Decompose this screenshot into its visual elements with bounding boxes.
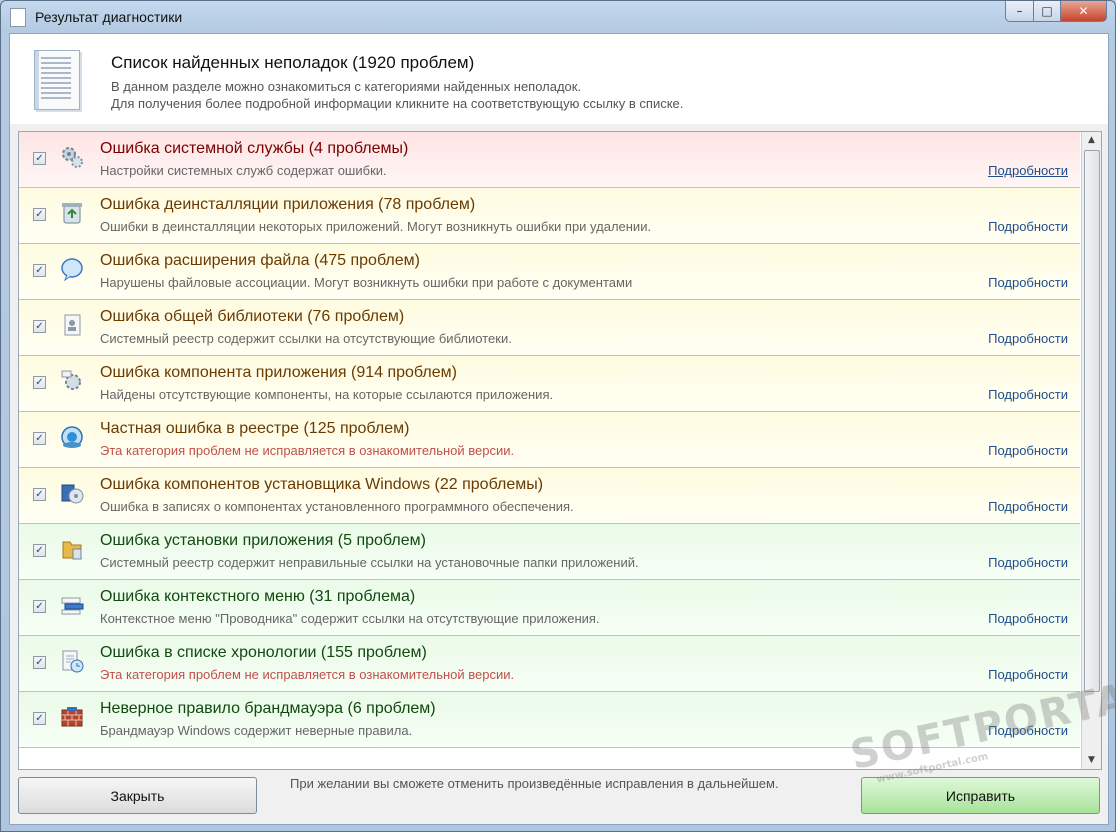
undo-note: При желании вы сможете отменить произвед… (290, 776, 779, 791)
item-title: Ошибка расширения файла (475 проблем) (100, 252, 420, 269)
registry-icon (61, 426, 83, 448)
details-link[interactable]: Подробности (988, 611, 1068, 626)
item-title: Ошибка установки приложения (5 проблем) (100, 532, 426, 549)
page-title: Список найденных неполадок (1920 проблем… (111, 53, 475, 72)
item-checkbox[interactable]: ✓ (33, 656, 46, 669)
details-link[interactable]: Подробности (988, 667, 1068, 682)
item-checkbox[interactable]: ✓ (33, 712, 46, 725)
recycle-bin-icon (62, 203, 82, 224)
list-item: ✓ Ошибка компонентов установщика Windows… (19, 468, 1080, 524)
details-link[interactable]: Подробности (988, 443, 1068, 458)
item-title: Ошибка общей библиотеки (76 проблем) (100, 308, 405, 325)
details-link[interactable]: Подробности (988, 219, 1068, 234)
item-description: Ошибка в записях о компонентах установле… (100, 499, 574, 514)
item-checkbox[interactable]: ✓ (33, 152, 46, 165)
window-controls: – □ ✕ (1005, 1, 1107, 22)
vertical-scrollbar[interactable]: ▲ ▼ (1081, 132, 1101, 769)
item-checkbox[interactable]: ✓ (33, 488, 46, 501)
history-clock-icon (62, 650, 84, 673)
client-area: Список найденных неполадок (1920 проблем… (9, 33, 1109, 825)
document-icon (34, 50, 80, 110)
item-description: Контекстное меню "Проводника" содержит с… (100, 611, 600, 626)
details-link[interactable]: Подробности (988, 387, 1068, 402)
close-window-button[interactable]: ✕ (1061, 1, 1107, 22)
maximize-button[interactable]: □ (1034, 1, 1061, 22)
details-link[interactable]: Подробности (988, 555, 1068, 570)
item-checkbox[interactable]: ✓ (33, 600, 46, 613)
item-description: Ошибки в деинсталляции некоторых приложе… (100, 219, 652, 234)
problems-list: ✓ Ошибка системной службы (4 проблемы) Н… (18, 131, 1102, 770)
item-description: Настройки системных служб содержат ошибк… (100, 163, 387, 178)
item-title: Ошибка в списке хронологии (155 проблем) (100, 644, 427, 661)
list-item: ✓ Ошибка контекстного меню (31 проблема)… (19, 580, 1080, 636)
item-description: Нарушены файловые ассоциации. Могут возн… (100, 275, 633, 290)
item-checkbox[interactable]: ✓ (33, 376, 46, 389)
diagnostics-window: Результат диагностики – □ ✕ Список найде… (0, 0, 1116, 832)
item-checkbox[interactable]: ✓ (33, 432, 46, 445)
list-item: ✓ Частная ошибка в реестре (125 проблем)… (19, 412, 1080, 468)
item-title: Ошибка компонента приложения (914 пробле… (100, 364, 457, 381)
app-icon (10, 8, 26, 27)
header-panel: Список найденных неполадок (1920 проблем… (10, 34, 1108, 124)
item-description: Найдены отсутствующие компоненты, на кот… (100, 387, 554, 402)
details-link[interactable]: Подробности (988, 163, 1068, 178)
item-title: Неверное правило брандмауэра (6 проблем) (100, 700, 436, 717)
scroll-up-arrow-icon[interactable]: ▲ (1082, 132, 1101, 149)
list-item: ✓ Ошибка в списке хронологии (155 пробле… (19, 636, 1080, 692)
item-checkbox[interactable]: ✓ (33, 208, 46, 221)
item-description: Брандмауэр Windows содержит неверные пра… (100, 723, 413, 738)
list-item: ✓ Ошибка общей библиотеки (76 проблем) С… (19, 300, 1080, 356)
details-link[interactable]: Подробности (988, 275, 1068, 290)
folder-install-icon (62, 541, 82, 560)
header-desc-line2: Для получения более подробной информации… (111, 96, 684, 111)
close-button[interactable]: Закрыть (18, 777, 257, 814)
fix-button[interactable]: Исправить (861, 777, 1100, 814)
item-title: Ошибка компонентов установщика Windows (… (100, 476, 544, 493)
window-title: Результат диагностики (35, 9, 183, 25)
item-title: Ошибка деинсталляции приложения (78 проб… (100, 196, 476, 213)
item-description: Системный реестр содержит неправильные с… (100, 555, 639, 570)
item-description: Эта категория проблем не исправляется в … (100, 667, 515, 682)
library-file-icon (64, 314, 81, 336)
component-gear-icon (61, 370, 81, 390)
scroll-thumb[interactable] (1084, 150, 1100, 692)
scroll-down-arrow-icon[interactable]: ▼ (1082, 752, 1101, 769)
item-checkbox[interactable]: ✓ (33, 544, 46, 557)
item-title: Частная ошибка в реестре (125 проблем) (100, 420, 410, 437)
details-link[interactable]: Подробности (988, 499, 1068, 514)
installer-cd-icon (61, 484, 84, 504)
item-description: Системный реестр содержит ссылки на отсу… (100, 331, 512, 346)
list-item: ✓ Ошибка расширения файла (475 проблем) … (19, 244, 1080, 300)
context-menu-icon (61, 597, 84, 615)
title-bar[interactable]: Результат диагностики – □ ✕ (1, 1, 1115, 33)
item-title: Ошибка контекстного меню (31 проблема) (100, 588, 416, 605)
list-item: ✓ Ошибка деинсталляции приложения (78 пр… (19, 188, 1080, 244)
item-checkbox[interactable]: ✓ (33, 320, 46, 333)
item-title: Ошибка системной службы (4 проблемы) (100, 140, 409, 157)
header-description: В данном разделе можно ознакомиться с ка… (111, 78, 683, 112)
minimize-button[interactable]: – (1005, 1, 1034, 22)
firewall-icon (61, 707, 83, 727)
item-description: Эта категория проблем не исправляется в … (100, 443, 515, 458)
list-item: ✓ Ошибка установки приложения (5 проблем… (19, 524, 1080, 580)
speech-bubble-icon (61, 258, 83, 282)
list-item: ✓ Ошибка системной службы (4 проблемы) Н… (19, 132, 1080, 188)
list-item: ✓ Ошибка компонента приложения (914 проб… (19, 356, 1080, 412)
item-checkbox[interactable]: ✓ (33, 264, 46, 277)
details-link[interactable]: Подробности (988, 331, 1068, 346)
header-desc-line1: В данном разделе можно ознакомиться с ка… (111, 79, 582, 94)
gears-icon (62, 147, 83, 168)
